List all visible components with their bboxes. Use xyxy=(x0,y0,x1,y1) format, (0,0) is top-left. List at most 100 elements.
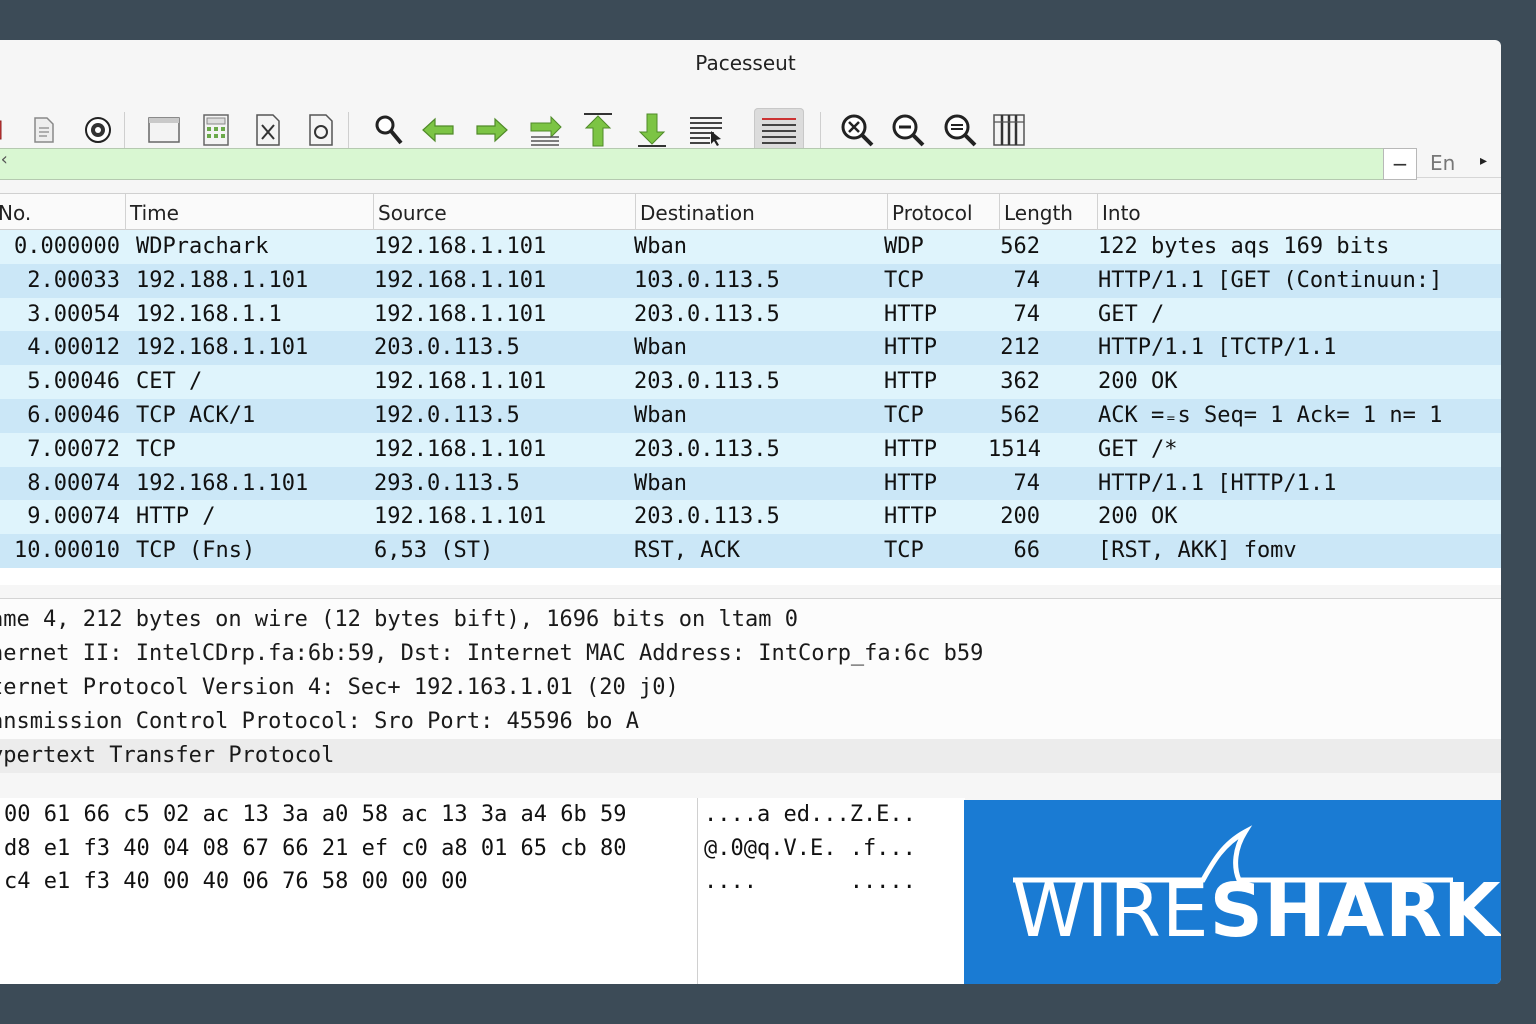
cell-source: 192.0.113.5 xyxy=(374,402,520,428)
autoscroll-icon[interactable] xyxy=(684,108,728,152)
cell-length: 74 xyxy=(1013,470,1041,496)
cell-destination: Wban xyxy=(634,470,687,496)
logo-text-wire: WIRE xyxy=(1012,868,1210,954)
cell-no: 9.00074 xyxy=(27,504,120,530)
packet-row[interactable]: 7.00072 TCP 192.168.1.101 203.0.113.5 HTTP 15… xyxy=(0,432,1501,467)
column-header-info[interactable]: Into xyxy=(1098,194,1501,230)
hex-line: d8 e1 f3 40 04 08 67 66 21 ef c0 a8 01 6… xyxy=(4,836,627,861)
cell-info: [RST, AKK] fomv xyxy=(1098,538,1297,564)
cell-info: ACK =₌s Seq= 1 Ack= 1 n= 1 xyxy=(1098,402,1443,428)
packet-row[interactable]: 4.00012 192.168.1.101 203.0.113.5 Wban HTTP 2… xyxy=(0,331,1501,366)
close-file-icon[interactable] xyxy=(246,108,290,152)
cell-source: 192.168.1.101 xyxy=(374,267,547,293)
cell-no: 0.000000 xyxy=(14,234,120,259)
cell-source: 293.0.113.5 xyxy=(374,470,520,496)
display-filter-bar: ‹ − En ▸ xyxy=(0,147,1501,183)
detail-line-ethernet[interactable]: hernet II: IntelCDrp.fa:6b:59, Dst: Inte… xyxy=(0,637,1501,671)
stop-capture-icon[interactable] xyxy=(0,108,16,152)
go-last-icon[interactable] xyxy=(630,108,674,152)
detail-line-tcp[interactable]: ansmission Control Protocol: Sro Port: 4… xyxy=(0,705,1501,739)
calculator-icon[interactable] xyxy=(194,108,238,152)
filter-clear-button[interactable]: − xyxy=(1383,148,1417,180)
packet-row[interactable]: 0.000000 WDPrachark 192.168.1.101 Wban WDP 56… xyxy=(0,230,1501,264)
cell-protocol: HTTP xyxy=(884,301,937,327)
filter-apply-icon[interactable]: ▸ xyxy=(1480,153,1487,169)
open-file-icon[interactable] xyxy=(23,108,67,152)
cell-no: 7.00072 xyxy=(27,436,120,462)
filter-language-label[interactable]: En xyxy=(1430,151,1455,175)
cell-destination: 103.0.113.5 xyxy=(634,267,780,293)
cell-time: TCP (Fns) xyxy=(136,538,256,564)
column-header-time[interactable]: Time xyxy=(126,194,374,230)
go-back-icon[interactable] xyxy=(416,108,460,152)
cell-time: TCP xyxy=(136,436,176,462)
hex-line: c4 e1 f3 40 00 40 06 76 58 00 00 00 xyxy=(4,869,468,894)
zoom-out-icon[interactable] xyxy=(886,108,930,152)
cell-no: 6.00046 xyxy=(27,402,120,428)
cell-destination: 203.0.113.5 xyxy=(634,436,780,462)
packet-rows: 0.000000 WDPrachark 192.168.1.101 Wban WDP 56… xyxy=(0,230,1501,568)
window-title: Pacesseut xyxy=(695,51,796,75)
packet-row[interactable]: 8.00074 192.168.1.101 293.0.113.5 Wban HTTP 7… xyxy=(0,466,1501,501)
packet-row[interactable]: 6.00046 TCP ACK/1 192.0.113.5 Wban TCP 562 ACK… xyxy=(0,398,1501,433)
cell-info: HTTP/1.1 [GET (Continuun:] xyxy=(1098,267,1443,293)
column-header-destination[interactable]: Destination xyxy=(636,194,888,230)
detail-line-http[interactable]: ypertext Transfer Protocol xyxy=(0,739,1501,773)
cell-length: 74 xyxy=(1013,267,1041,293)
cell-source: 6,53 (ST) xyxy=(374,538,494,564)
detail-line-frame[interactable]: ame 4, 212 bytes on wire (12 bytes bift)… xyxy=(0,603,1501,637)
go-first-icon[interactable] xyxy=(576,108,620,152)
cell-no: 3.00054 xyxy=(27,301,120,327)
ascii-line: ....a ed...Z.E.. xyxy=(704,802,916,827)
wireshark-logo: WIRESHARK xyxy=(964,800,1501,984)
hex-dump: 00 61 66 c5 02 ac 13 3a a0 58 ac 13 3a a… xyxy=(0,798,698,984)
cell-time: HTTP / xyxy=(136,504,216,530)
packet-row[interactable]: 3.00054 192.168.1.1 192.168.1.101 203.0.113… xyxy=(0,297,1501,332)
cell-no: 10.00010 xyxy=(14,538,120,564)
cell-length: 562 xyxy=(1000,402,1040,428)
go-forward-icon[interactable] xyxy=(470,108,514,152)
cell-time: TCP ACK/1 xyxy=(136,402,256,428)
column-header-length[interactable]: Length xyxy=(1000,194,1098,230)
column-header-no[interactable]: No. xyxy=(0,194,126,230)
resize-columns-icon[interactable] xyxy=(987,108,1031,152)
cell-source: 192.168.1.101 xyxy=(374,436,547,462)
cell-destination: Wban xyxy=(634,402,687,428)
cell-no: 5.00046 xyxy=(27,369,120,395)
cell-destination: 203.0.113.5 xyxy=(634,369,780,395)
cell-length: 562 xyxy=(1000,234,1040,259)
wireshark-window: Pacesseut ‹ − En ▸ No. Time Source Desti… xyxy=(0,40,1501,984)
cell-source: 203.0.113.5 xyxy=(374,335,520,361)
packet-row[interactable]: 9.00074 HTTP / 192.168.1.101 203.0.113.5 HTT… xyxy=(0,500,1501,535)
detail-line-ip[interactable]: ternet Protocol Version 4: Sec+ 192.163.… xyxy=(0,671,1501,705)
packet-row[interactable]: 10.00010 TCP (Fns) 6,53 (ST) RST, ACK TCP 66 [… xyxy=(0,534,1501,568)
packet-row[interactable]: 2.00033 192.188.1.101 192.168.1.101 103.0.1… xyxy=(0,263,1501,298)
packet-details-pane[interactable]: ame 4, 212 bytes on wire (12 bytes bift)… xyxy=(0,598,1501,773)
packet-list-header: No. Time Source Destination Protocol Len… xyxy=(0,194,1501,230)
capture-options-icon[interactable] xyxy=(76,108,120,152)
cell-protocol: WDP xyxy=(884,234,924,259)
column-header-protocol[interactable]: Protocol xyxy=(888,194,1000,230)
search-icon[interactable] xyxy=(367,108,411,152)
logo-wordmark: WIRESHARK xyxy=(1013,868,1502,954)
cell-destination: 203.0.113.5 xyxy=(634,504,780,530)
cell-info: 200 OK xyxy=(1098,369,1178,395)
go-to-packet-icon[interactable] xyxy=(523,108,567,152)
cell-length: 66 xyxy=(1013,538,1041,564)
packet-bytes-pane[interactable]: 00 61 66 c5 02 ac 13 3a a0 58 ac 13 3a a… xyxy=(0,798,965,984)
cell-info: GET /* xyxy=(1098,436,1178,462)
cell-destination: RST, ACK xyxy=(634,538,740,564)
ascii-dump: ....a ed...Z.E.. @.0@q.V.E. .f... .... .… xyxy=(698,798,965,984)
packet-row[interactable]: 5.00046 CET / 192.168.1.101 203.0.113.5 HTTP… xyxy=(0,365,1501,399)
cell-time: WDPrachark xyxy=(136,234,269,259)
cell-time: 192.188.1.101 xyxy=(136,267,309,293)
zoom-in-icon[interactable] xyxy=(835,108,879,152)
window-icon[interactable] xyxy=(142,108,186,152)
column-header-source[interactable]: Source xyxy=(374,194,636,230)
zoom-reset-icon[interactable] xyxy=(938,108,982,152)
reload-file-icon[interactable] xyxy=(299,108,343,152)
cell-no: 8.00074 xyxy=(27,470,120,496)
packet-list[interactable]: No. Time Source Destination Protocol Len… xyxy=(0,193,1501,585)
display-filter-input[interactable]: ‹ xyxy=(0,148,1393,180)
cell-protocol: HTTP xyxy=(884,369,937,395)
